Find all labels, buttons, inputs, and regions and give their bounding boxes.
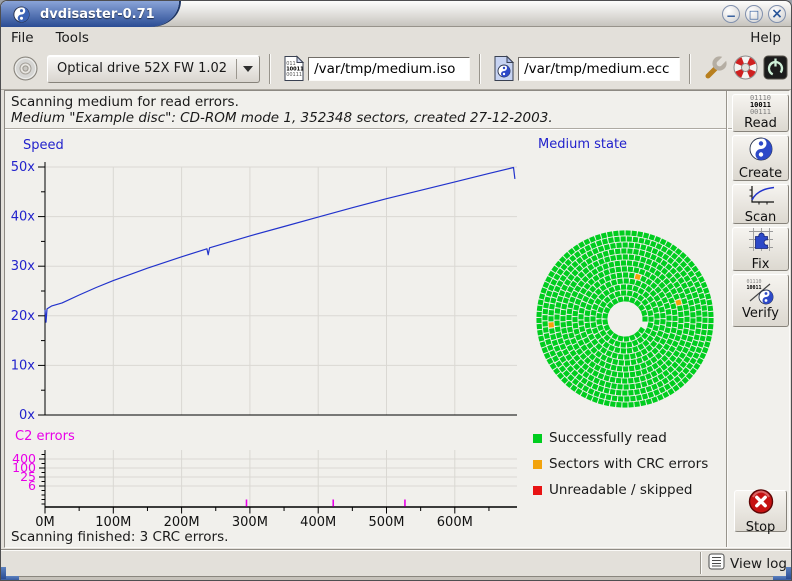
app-window: dvdisaster-0.71 − □ × File Tools Help Op… (0, 0, 792, 581)
titlebar[interactable]: dvdisaster-0.71 − □ × (1, 1, 791, 27)
read-button[interactable]: 01110 10011 00111 Read (732, 94, 789, 132)
resize-grip-bottom-right[interactable] (786, 567, 791, 579)
minimize-icon: − (726, 10, 736, 22)
maximize-button[interactable]: □ (745, 5, 763, 23)
fix-button-label: Fix (752, 257, 770, 272)
menu-help[interactable]: Help (750, 30, 781, 46)
svg-text:0M: 0M (35, 515, 55, 530)
legend-color-swatch (533, 486, 542, 495)
power-icon (762, 54, 789, 84)
svg-text:600M: 600M (437, 515, 473, 530)
statusbar: View log (1, 549, 791, 576)
legend-label: Unreadable / skipped (549, 482, 692, 498)
svg-text:30x: 30x (11, 259, 36, 274)
create-button-label: Create (739, 166, 782, 181)
ecc-path-input[interactable] (518, 57, 680, 81)
svg-text:500M: 500M (368, 515, 404, 530)
medium-state-legend: Successfully read Sectors with CRC error… (533, 425, 708, 503)
main-content: Scanning medium for read errors. Medium … (4, 90, 790, 548)
scan-icon (747, 184, 775, 210)
preferences-button[interactable] (700, 53, 730, 85)
view-log-button[interactable]: View log (708, 553, 787, 574)
toolbar-separator (269, 54, 271, 84)
scan-result-status: Scanning finished: 3 CRC errors. (11, 529, 228, 545)
speed-and-c2-charts: 0x10x20x30x40x50x6251004000M100M200M300M… (6, 132, 528, 534)
minimize-button[interactable]: − (722, 5, 740, 23)
statusbar-separator (700, 552, 702, 574)
legend-label: Sectors with CRC errors (549, 456, 708, 472)
legend-item: Successfully read (533, 425, 708, 451)
toolbar: Optical drive 52X FW 1.02 0111001100111 (1, 48, 791, 90)
toolbar-separator (479, 54, 481, 84)
scan-button[interactable]: Scan (732, 184, 789, 224)
c2-chart-title: C2 errors (15, 429, 75, 444)
svg-text:10x: 10x (11, 358, 36, 373)
svg-text:20x: 20x (11, 309, 36, 324)
legend-color-swatch (533, 434, 542, 443)
svg-text:400M: 400M (300, 515, 336, 530)
menubar: File Tools Help (1, 28, 791, 48)
svg-text:400: 400 (12, 451, 36, 466)
medium-state-disc (526, 212, 726, 424)
speed-chart-title: Speed (23, 138, 64, 153)
ecc-file-icon (493, 55, 515, 82)
dropdown-arrow-icon (243, 66, 253, 72)
resize-grip-bottom-left[interactable] (1, 567, 6, 579)
legend-label: Successfully read (549, 430, 667, 446)
toolbar-separator (689, 54, 691, 84)
help-button[interactable] (730, 53, 760, 85)
header-separator (5, 128, 789, 130)
fix-icon (747, 226, 775, 257)
stop-button[interactable]: Stop (734, 490, 787, 532)
wrench-icon (702, 54, 729, 84)
iso-path-input[interactable] (308, 57, 470, 81)
quit-button[interactable] (760, 53, 790, 85)
create-button[interactable]: Create (732, 135, 789, 181)
maximize-icon: □ (749, 9, 759, 20)
window-title: dvdisaster-0.71 (40, 7, 155, 22)
drive-status-icon (12, 55, 39, 82)
verify-icon: 01110 10011 (745, 280, 777, 306)
menu-tools[interactable]: Tools (56, 30, 89, 46)
read-button-label: Read (744, 116, 777, 131)
legend-item: Unreadable / skipped (533, 477, 708, 503)
view-log-icon (708, 553, 725, 574)
legend-color-swatch (533, 460, 542, 469)
svg-text:40x: 40x (11, 210, 36, 225)
menu-file[interactable]: File (11, 30, 34, 46)
verify-button-label: Verify (742, 306, 779, 321)
drive-selector[interactable]: Optical drive 52X FW 1.02 (47, 55, 260, 83)
status-heading: Scanning medium for read errors. (11, 94, 239, 110)
svg-text:00111: 00111 (286, 72, 302, 78)
view-log-label: View log (730, 556, 787, 572)
svg-text:300M: 300M (232, 515, 268, 530)
fix-button[interactable]: Fix (732, 227, 789, 271)
svg-text:50x: 50x (11, 160, 36, 175)
medium-state-title: Medium state (538, 137, 627, 152)
svg-text:200M: 200M (164, 515, 200, 530)
scan-button-label: Scan (745, 210, 777, 225)
app-logo-icon (13, 6, 30, 23)
close-icon: × (771, 7, 783, 21)
stop-icon (746, 488, 776, 520)
verify-button[interactable]: 01110 10011 Verify (732, 274, 789, 327)
medium-info: Medium "Example disc": CD-ROM mode 1, 35… (11, 110, 553, 126)
close-button[interactable]: × (768, 5, 786, 23)
svg-text:0x: 0x (19, 408, 35, 423)
drive-selector-value: Optical drive 52X FW 1.02 (48, 61, 236, 76)
window-bottom-frame (1, 576, 792, 581)
svg-text:100M: 100M (95, 515, 131, 530)
lifebelt-icon (732, 54, 759, 84)
titlebar-tab[interactable]: dvdisaster-0.71 (1, 1, 179, 27)
legend-item: Sectors with CRC errors (533, 451, 708, 477)
charts-area: Speed C2 errors 0x10x20x30x40x50x6251004… (6, 132, 528, 534)
iso-file-icon: 0111001100111 (283, 55, 305, 82)
sidebar-separator (726, 91, 728, 547)
create-icon (748, 136, 774, 166)
stop-button-label: Stop (746, 520, 776, 535)
